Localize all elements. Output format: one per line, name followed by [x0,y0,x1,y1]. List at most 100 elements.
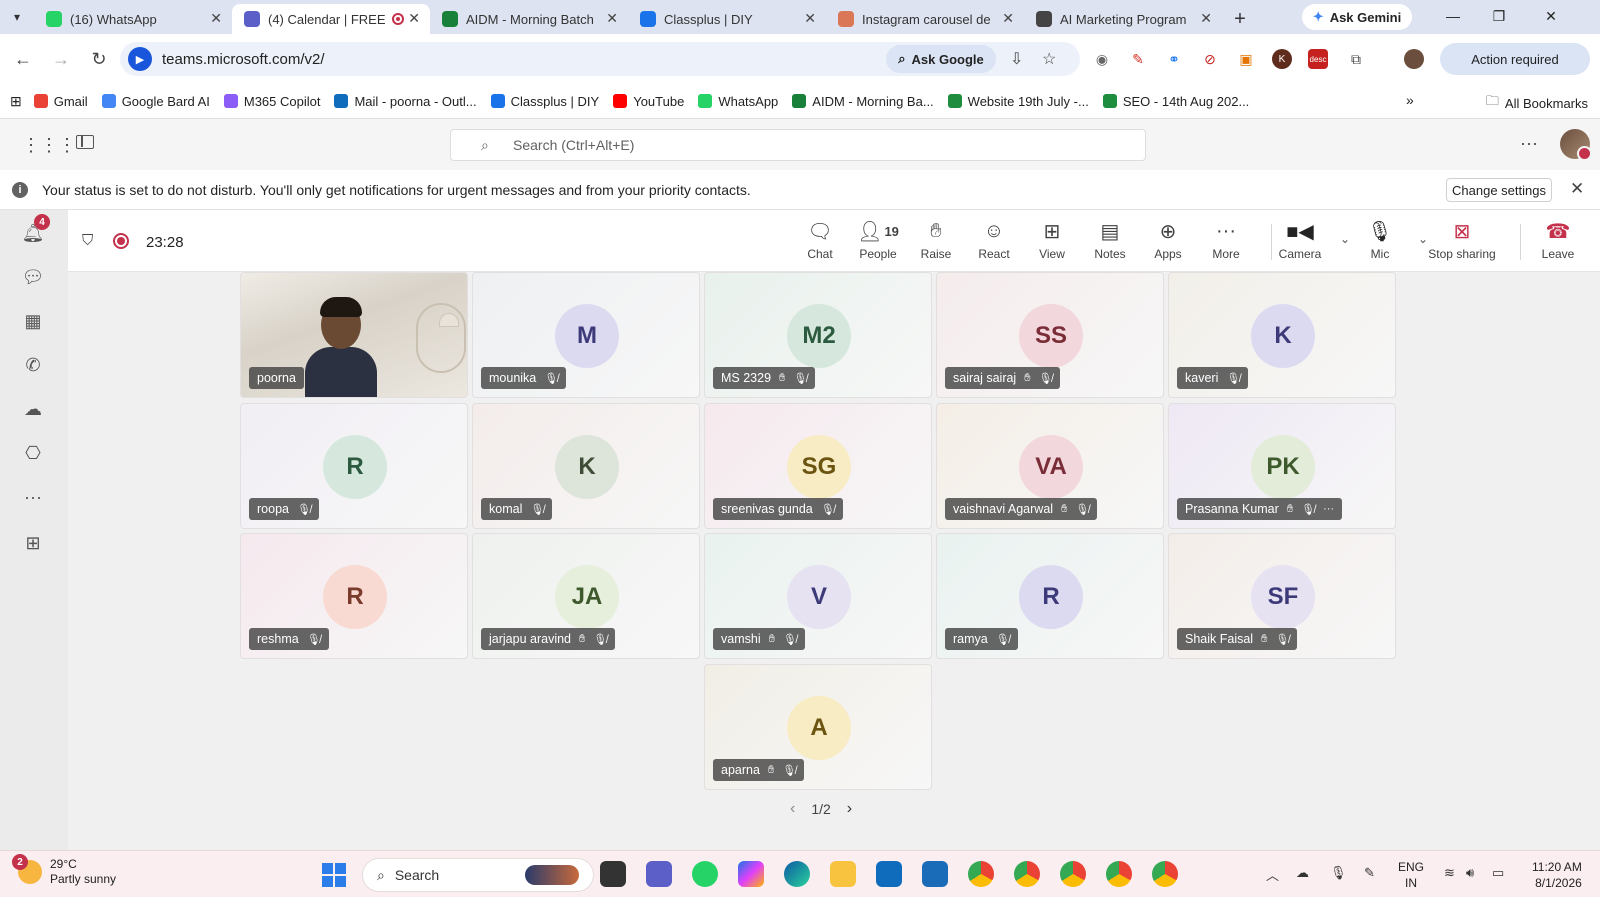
browser-tab[interactable]: AI Marketing Program ✕ [1024,4,1222,34]
copilot-taskbar-icon[interactable] [738,861,764,887]
bookmark-item[interactable]: Website 19th July -... [947,94,1089,109]
camera-options-chevron-icon[interactable]: ⌄ [1340,232,1350,246]
bookmark-item[interactable]: YouTube [613,94,684,109]
chrome-taskbar-icon[interactable] [968,861,994,887]
microphone-tray-icon[interactable]: 🎙︎ [1330,865,1347,881]
extensions-puzzle-icon[interactable]: ⧉ [1346,49,1366,69]
chat-bubble-icon[interactable]: 💬︎ [20,264,46,290]
react-button[interactable]: ☺ React [966,218,1022,262]
bookmark-item[interactable]: SEO - 14th Aug 202... [1102,94,1249,109]
windows-start-icon[interactable] [322,863,346,887]
calls-phone-icon[interactable]: ✆ [20,352,46,378]
site-info-icon[interactable]: ▶ [128,47,152,71]
new-tab-button[interactable]: + [1222,4,1258,34]
settings-more-icon[interactable]: ··· [1520,133,1538,154]
browser-tab[interactable]: Instagram carousel de ✕ [826,4,1024,34]
ask-google-button[interactable]: ⌕ Ask Google [886,45,996,73]
sidebar-toggle-icon[interactable] [76,135,94,149]
browser-tab[interactable]: Classplus | DIY ✕ [628,4,826,34]
leave-button[interactable]: ☎︎ Leave [1530,218,1586,262]
bookmark-item[interactable]: M365 Copilot [223,94,320,109]
link-extension-icon[interactable]: ⚭ [1164,49,1184,69]
close-banner-icon[interactable]: ✕ [1570,179,1584,199]
raise-hand-button[interactable]: ✋︎ Raise [908,218,964,262]
search-input[interactable]: ⌕ Search (Ctrl+Alt+E) [450,129,1146,161]
mic-button[interactable]: 🎙︎ Mic [1352,218,1408,262]
bookmark-item[interactable]: AIDM - Morning Ba... [792,94,934,109]
participant-tile[interactable]: poorna [240,272,468,398]
apps-grid-icon[interactable]: ⊞ [10,93,22,110]
forward-arrow-icon[interactable]: → [42,49,80,70]
teams-taskbar-icon[interactable] [646,861,672,887]
prev-page-chevron-icon[interactable]: ‹ [790,800,795,818]
more-apps-icon[interactable]: ··· [20,484,46,510]
taskbar-search[interactable]: ⌕ Search [362,858,594,892]
add-app-icon[interactable]: ⊞ [20,530,46,556]
copilot-icon[interactable]: ⎔ [20,440,46,466]
bookmark-item[interactable]: WhatsApp [698,94,778,109]
remote-desktop-taskbar-icon[interactable] [922,861,948,887]
show-hidden-icons-chevron-icon[interactable]: ︿ [1266,865,1279,884]
participant-more-icon[interactable]: ··· [1323,503,1334,515]
restore-icon[interactable]: ❐ [1476,4,1522,28]
close-tab-icon[interactable]: ✕ [408,10,420,27]
calendar-icon[interactable]: ▦ [20,308,46,334]
chrome-profile-taskbar-icon[interactable] [1014,861,1040,887]
next-page-chevron-icon[interactable]: › [847,800,852,818]
battery-icon[interactable]: ▭ [1492,865,1504,881]
close-window-icon[interactable]: ✕ [1528,4,1574,28]
chat-button[interactable]: 🗨︎ Chat [792,218,848,262]
chrome-profile-taskbar-icon[interactable] [1106,861,1132,887]
participant-tile[interactable]: Mmounika 🎙︎̸ [472,272,700,398]
more-bookmarks-chevron-icon[interactable]: » [1406,92,1414,108]
participant-tile[interactable]: Aaparna ✋︎ 🎙︎̸ [704,664,932,790]
participant-tile[interactable]: VA vaishnavi Agarwal ✋︎ 🎙︎̸ [936,403,1164,529]
bookmark-item[interactable]: Classplus | DIY [490,94,599,109]
profile-avatar-icon[interactable] [1404,49,1424,69]
bookmark-item[interactable]: Gmail [33,94,88,109]
pen-extension-icon[interactable]: ✎ [1128,49,1148,69]
participant-tile[interactable]: Rroopa 🎙︎̸ [240,403,468,529]
desc-extension-icon[interactable]: desc [1308,49,1328,69]
participant-tile[interactable]: SS sairaj sairaj ✋︎ 🎙︎̸ [936,272,1164,398]
participant-tile[interactable]: Kkaveri 🎙︎̸ [1168,272,1396,398]
participant-tile[interactable]: M2 MS 2329 ✋︎ 🎙︎̸ [704,272,932,398]
close-tab-icon[interactable]: ✕ [210,10,222,27]
bookmark-star-icon[interactable]: ☆ [1042,49,1056,69]
change-settings-button[interactable]: Change settings [1446,178,1552,202]
profile-k-extension-icon[interactable]: K [1272,49,1292,69]
screenshot-extension-icon[interactable]: ▣ [1236,49,1256,69]
browser-tab[interactable]: (16) WhatsApp ✕ [34,4,232,34]
bookmark-item[interactable]: Google Bard AI [101,94,210,109]
store-taskbar-icon[interactable] [876,861,902,887]
close-tab-icon[interactable]: ✕ [1002,10,1014,27]
onedrive-cloud-icon[interactable]: ☁ [20,396,46,422]
pen-tray-icon[interactable]: ✎ [1364,865,1375,881]
minimize-icon[interactable]: — [1430,4,1476,28]
participant-tile[interactable]: SG sreenivas gunda 🎙︎̸ [704,403,932,529]
participant-tile[interactable]: Rreshma 🎙︎̸ [240,533,468,659]
folder-taskbar-icon[interactable] [830,861,856,887]
blocked-extension-icon[interactable]: ⊘ [1200,49,1220,69]
apps-button[interactable]: ⊕ Apps [1140,218,1196,262]
weather-widget[interactable]: 2 29°C Partly sunny [12,854,116,887]
bookmark-item[interactable]: Mail - poorna - Outl... [334,94,477,109]
participant-tile[interactable]: Vvamshi ✋︎ 🎙︎̸ [704,533,932,659]
browser-tab[interactable]: AIDM - Morning Batch ✕ [430,4,628,34]
chrome-profile-taskbar-icon[interactable] [1060,861,1086,887]
tab-search-chevron-icon[interactable]: ▾ [0,0,34,34]
close-tab-icon[interactable]: ✕ [804,10,816,27]
shield-icon[interactable]: ⛉ [82,232,93,249]
participant-tile[interactable]: PK Prasanna Kumar ✋︎ 🎙︎̸ ··· [1168,403,1396,529]
file-explorer-dark-icon[interactable] [600,861,626,887]
whatsapp-taskbar-icon[interactable] [692,861,718,887]
ask-gemini-button[interactable]: ✦ Ask Gemini [1302,4,1412,30]
omnibox[interactable]: ▶ teams.microsoft.com/v2/ ⌕ Ask Google ⇩… [120,42,1080,76]
camera-button[interactable]: ■◀ Camera [1272,218,1328,262]
volume-icon[interactable]: 🔊︎ [1466,865,1474,881]
chrome-profile-taskbar-icon[interactable] [1152,861,1178,887]
back-arrow-icon[interactable]: ← [4,49,42,70]
system-clock[interactable]: 11:20 AM 8/1/2026 [1532,859,1582,891]
input-language[interactable]: ENG IN [1398,859,1424,891]
view-button[interactable]: ⊞ View [1024,218,1080,262]
